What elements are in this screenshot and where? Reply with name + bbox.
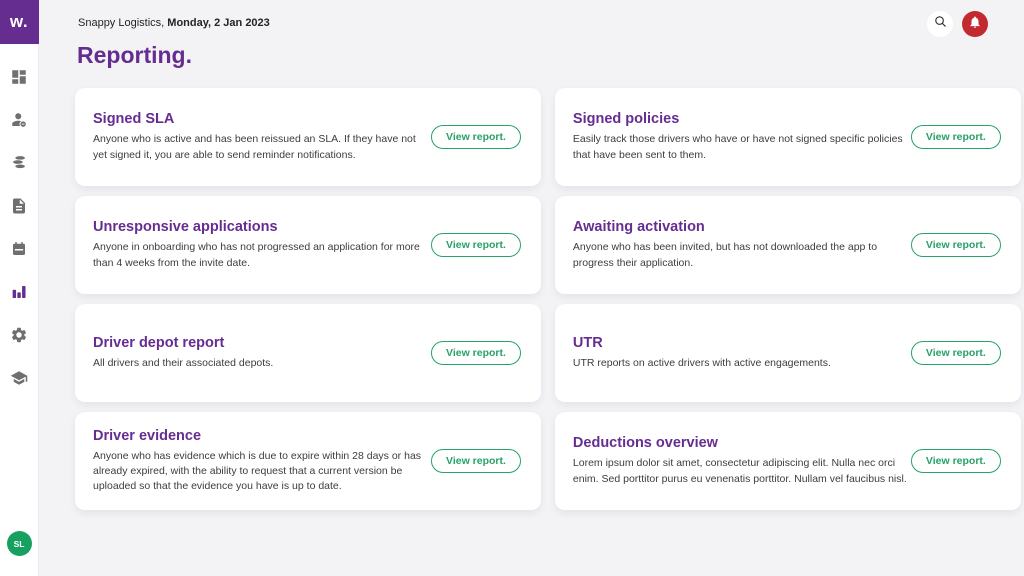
report-cards-grid: Signed SLA Anyone who is active and has … bbox=[75, 88, 988, 510]
report-card-utr: UTR UTR reports on active drivers with a… bbox=[555, 304, 1021, 402]
finance-coins-icon bbox=[10, 154, 28, 172]
sidebar-item-training[interactable] bbox=[10, 369, 28, 387]
card-title: Unresponsive applications bbox=[93, 219, 431, 235]
card-text: Awaiting activation Anyone who has been … bbox=[573, 219, 911, 270]
view-report-button[interactable]: View report. bbox=[431, 341, 521, 365]
report-card-driver-depot-report: Driver depot report All drivers and thei… bbox=[75, 304, 541, 402]
report-card-awaiting-activation: Awaiting activation Anyone who has been … bbox=[555, 196, 1021, 294]
sidebar-item-calendar[interactable] bbox=[10, 240, 28, 258]
company-name: Snappy Logistics, bbox=[78, 17, 164, 29]
card-description: Anyone who is active and has been reissu… bbox=[93, 132, 431, 162]
dashboard-icon bbox=[10, 68, 28, 86]
calendar-icon bbox=[10, 240, 28, 258]
card-description: UTR reports on active drivers with activ… bbox=[573, 356, 911, 371]
card-description: Anyone who has evidence which is due to … bbox=[93, 449, 431, 495]
training-cap-icon bbox=[10, 369, 28, 387]
sidebar-item-dashboard[interactable] bbox=[10, 68, 28, 86]
card-description: All drivers and their associated depots. bbox=[93, 356, 431, 371]
view-report-button[interactable]: View report. bbox=[431, 233, 521, 257]
card-text: Unresponsive applications Anyone in onbo… bbox=[93, 219, 431, 270]
card-text: Driver evidence Anyone who has evidence … bbox=[93, 428, 431, 495]
reports-bar-chart-icon bbox=[10, 283, 28, 301]
view-report-button[interactable]: View report. bbox=[911, 341, 1001, 365]
card-description: Anyone in onboarding who has not progres… bbox=[93, 240, 431, 270]
report-card-deductions-overview: Deductions overview Lorem ipsum dolor si… bbox=[555, 412, 1021, 510]
current-date: Monday, 2 Jan 2023 bbox=[167, 17, 270, 29]
card-text: Signed SLA Anyone who is active and has … bbox=[93, 111, 431, 162]
report-card-driver-evidence: Driver evidence Anyone who has evidence … bbox=[75, 412, 541, 510]
card-description: Easily track those drivers who have or h… bbox=[573, 132, 911, 162]
card-text: Deductions overview Lorem ipsum dolor si… bbox=[573, 435, 911, 486]
drivers-icon bbox=[10, 111, 28, 129]
notifications-button[interactable] bbox=[962, 11, 988, 37]
view-report-button[interactable]: View report. bbox=[911, 449, 1001, 473]
sidebar-item-finance[interactable] bbox=[10, 154, 28, 172]
search-icon bbox=[933, 14, 948, 34]
view-report-button[interactable]: View report. bbox=[431, 125, 521, 149]
card-description: Lorem ipsum dolor sit amet, consectetur … bbox=[573, 456, 911, 486]
topbar-actions bbox=[927, 11, 988, 37]
card-title: UTR bbox=[573, 335, 911, 351]
view-report-button[interactable]: View report. bbox=[431, 449, 521, 473]
report-card-signed-sla: Signed SLA Anyone who is active and has … bbox=[75, 88, 541, 186]
card-title: Driver evidence bbox=[93, 428, 431, 444]
notifications-bell-icon bbox=[968, 15, 982, 34]
user-avatar[interactable]: SL bbox=[7, 531, 32, 556]
report-card-unresponsive-applications: Unresponsive applications Anyone in onbo… bbox=[75, 196, 541, 294]
breadcrumb: Snappy Logistics, Monday, 2 Jan 2023 bbox=[78, 17, 270, 29]
report-card-signed-policies: Signed policies Easily track those drive… bbox=[555, 88, 1021, 186]
card-title: Deductions overview bbox=[573, 435, 911, 451]
view-report-button[interactable]: View report. bbox=[911, 233, 1001, 257]
card-text: Driver depot report All drivers and thei… bbox=[93, 335, 431, 371]
view-report-button[interactable]: View report. bbox=[911, 125, 1001, 149]
sidebar-item-drivers[interactable] bbox=[10, 111, 28, 129]
brand-logo[interactable]: w. bbox=[0, 0, 39, 44]
sidebar-item-reports-active[interactable] bbox=[10, 283, 28, 301]
sidebar-nav bbox=[10, 68, 28, 387]
documents-icon bbox=[10, 197, 28, 215]
card-text: Signed policies Easily track those drive… bbox=[573, 111, 911, 162]
card-description: Anyone who has been invited, but has not… bbox=[573, 240, 911, 270]
card-title: Driver depot report bbox=[93, 335, 431, 351]
card-text: UTR UTR reports on active drivers with a… bbox=[573, 335, 911, 371]
sidebar-item-settings[interactable] bbox=[10, 326, 28, 344]
sidebar-item-documents[interactable] bbox=[10, 197, 28, 215]
card-title: Awaiting activation bbox=[573, 219, 911, 235]
card-title: Signed policies bbox=[573, 111, 911, 127]
search-button[interactable] bbox=[927, 11, 953, 37]
card-title: Signed SLA bbox=[93, 111, 431, 127]
sidebar: w. SL bbox=[0, 0, 39, 576]
settings-gear-icon bbox=[10, 326, 28, 344]
page-title: Reporting. bbox=[77, 42, 192, 69]
